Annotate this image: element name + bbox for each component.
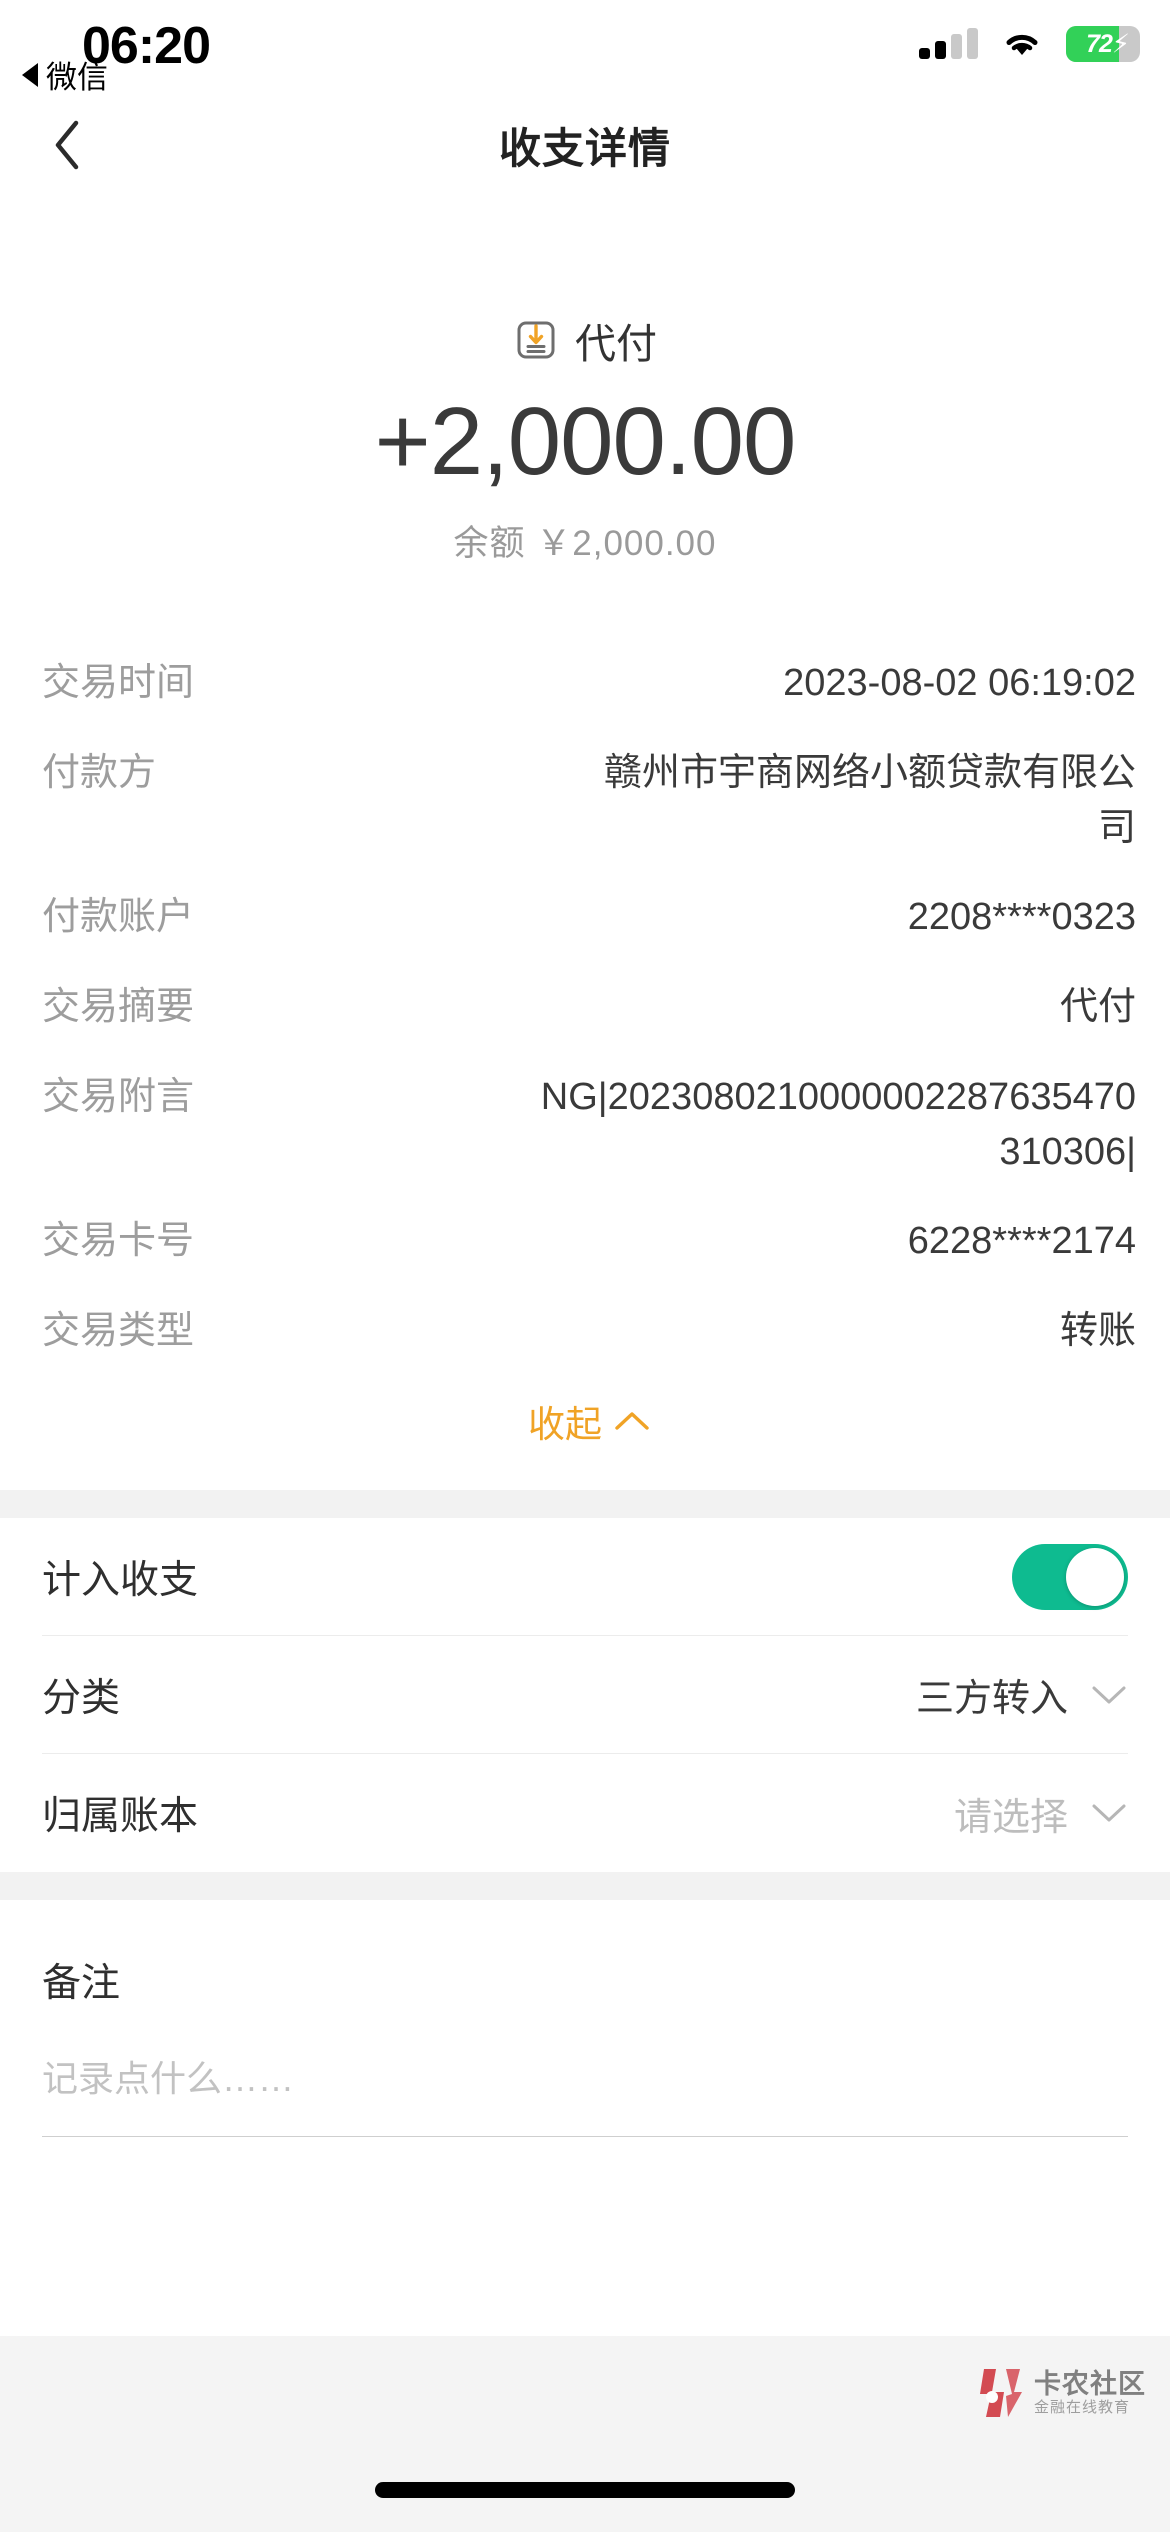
detail-value: 2208****0323 xyxy=(907,895,1136,938)
wifi-icon xyxy=(1006,34,1038,55)
detail-label: 交易类型 xyxy=(42,1310,195,1353)
detail-row-time: 交易时间 2023-08-02 06:19:02 xyxy=(42,656,1136,712)
detail-label: 交易卡号 xyxy=(42,1220,195,1263)
transaction-details: 交易时间 2023-08-02 06:19:02 付款方 赣州市宇商网络小额贷款… xyxy=(0,656,1170,1448)
transaction-summary: 代付 +2,000.00 余额 ￥2,000.00 xyxy=(0,190,1170,566)
transaction-amount: +2,000.00 xyxy=(374,388,797,495)
status-bar: 06:20 72 ⚡ xyxy=(0,0,1170,100)
watermark-text: 卡农社区 金融在线教育 xyxy=(1034,2368,1146,2416)
section-divider xyxy=(0,1490,1170,1519)
collapse-label: 收起 xyxy=(528,1404,602,1446)
balance-line: 余额 ￥2,000.00 xyxy=(0,515,1170,566)
chevron-down-icon xyxy=(1092,1686,1126,1704)
community-logo-icon xyxy=(980,2369,1022,2417)
detail-row-summary: 交易摘要 代付 xyxy=(42,980,1136,1036)
back-button[interactable] xyxy=(44,120,90,170)
chevron-down-icon xyxy=(1092,1804,1126,1822)
remarks-title: 备注 xyxy=(42,1962,121,2006)
remarks-input[interactable]: 记录点什么…… xyxy=(42,2008,1128,2138)
back-triangle-icon xyxy=(22,62,38,87)
return-app-label: 微信 xyxy=(46,60,108,95)
detail-value: NG|2023080210000002287635470310306| xyxy=(540,1075,1136,1174)
detail-value: 2023-08-02 06:19:02 xyxy=(783,661,1136,704)
status-bar-indicators: 72 ⚡ xyxy=(919,26,1140,62)
detail-row-card: 交易卡号 6228****2174 xyxy=(42,1214,1136,1270)
page-title: 收支详情 xyxy=(498,124,671,172)
account-book-value-group: 请选择 xyxy=(954,1786,1128,1841)
include-in-records-toggle[interactable] xyxy=(1012,1543,1128,1610)
detail-value: 6228****2174 xyxy=(907,1220,1136,1263)
chevron-left-icon xyxy=(55,120,79,170)
account-book-value: 请选择 xyxy=(953,1796,1068,1839)
transaction-type-row: 代付 xyxy=(0,310,1170,370)
detail-row-remark: 交易附言 NG|2023080210000002287635470310306| xyxy=(42,1070,1136,1180)
charging-bolt-icon: ⚡ xyxy=(1111,28,1130,59)
detail-row-payer: 付款方 赣州市宇商网络小额贷款有限公司 xyxy=(42,746,1136,856)
detail-row-type: 交易类型 转账 xyxy=(42,1304,1136,1360)
document-download-icon xyxy=(517,321,555,359)
detail-label: 付款账户 xyxy=(42,895,195,938)
category-label: 分类 xyxy=(42,1676,121,1720)
include-in-records-row[interactable]: 计入收支 xyxy=(42,1518,1128,1637)
detail-value: 转账 xyxy=(1059,1310,1136,1353)
transaction-type-label: 代付 xyxy=(575,321,657,367)
balance-label: 余额 xyxy=(453,523,526,563)
detail-label: 交易附言 xyxy=(42,1075,195,1118)
account-book-row[interactable]: 归属账本 请选择 xyxy=(42,1754,1128,1872)
remarks-section: 备注 记录点什么…… xyxy=(0,1900,1170,2138)
detail-value: 赣州市宇商网络小额贷款有限公司 xyxy=(603,751,1136,849)
watermark-name: 卡农社区 xyxy=(1034,2368,1146,2399)
detail-label: 交易时间 xyxy=(42,661,195,704)
include-in-records-label: 计入收支 xyxy=(42,1558,199,1602)
toggle-knob xyxy=(1066,1547,1124,1606)
watermark-tagline: 金融在线教育 xyxy=(1034,2398,1131,2416)
account-book-label: 归属账本 xyxy=(42,1795,199,1839)
balance-value: ￥2,000.00 xyxy=(536,523,717,563)
return-to-app-button[interactable]: 微信 xyxy=(22,52,108,97)
cellular-signal-icon xyxy=(919,28,978,59)
detail-value: 代付 xyxy=(1059,985,1136,1028)
navigation-bar: 收支详情 xyxy=(0,100,1170,190)
detail-label: 交易摘要 xyxy=(42,985,195,1028)
collapse-button[interactable]: 收起 xyxy=(42,1394,1136,1448)
chevron-up-icon xyxy=(615,1412,649,1430)
battery-icon: 72 ⚡ xyxy=(1066,26,1140,62)
category-value-group: 三方转入 xyxy=(916,1667,1128,1722)
bookkeeping-settings: 计入收支 分类 三方转入 归属账本 请选择 xyxy=(0,1518,1170,1873)
detail-row-payer-account: 付款账户 2208****0323 xyxy=(42,890,1136,946)
detail-label: 付款方 xyxy=(42,751,157,794)
category-row[interactable]: 分类 三方转入 xyxy=(42,1636,1128,1755)
category-value: 三方转入 xyxy=(915,1678,1068,1721)
section-divider-2 xyxy=(0,1872,1170,1901)
home-indicator[interactable] xyxy=(375,2482,795,2498)
watermark: 卡农社区 金融在线教育 xyxy=(976,2366,1146,2420)
